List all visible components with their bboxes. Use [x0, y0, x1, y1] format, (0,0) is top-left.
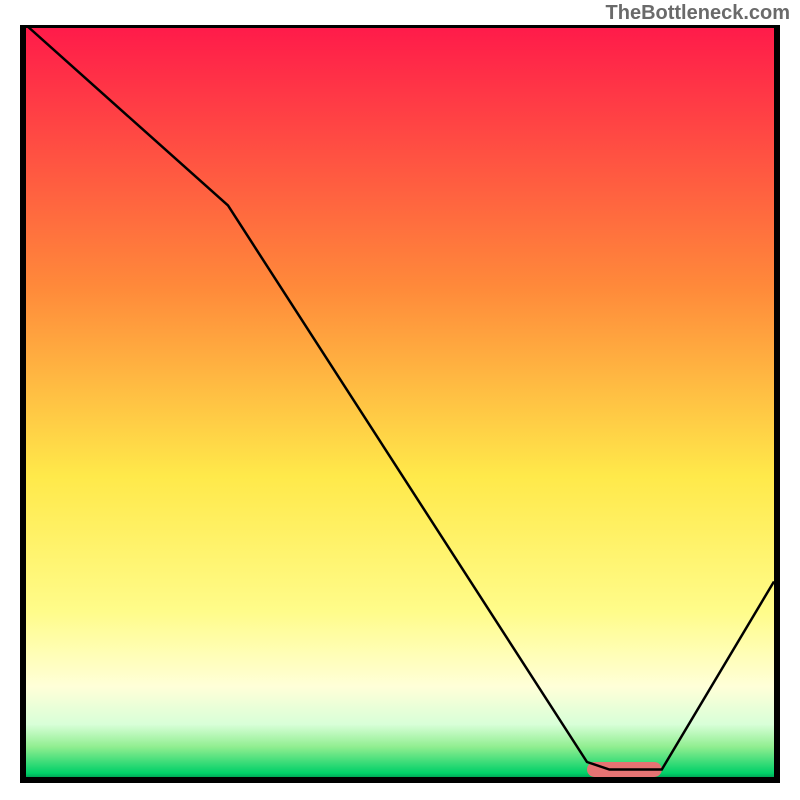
- bottleneck-chart: [20, 25, 780, 785]
- gradient-background: [26, 25, 774, 777]
- chart-svg: [20, 25, 780, 785]
- watermark-text: TheBottleneck.com: [606, 2, 790, 25]
